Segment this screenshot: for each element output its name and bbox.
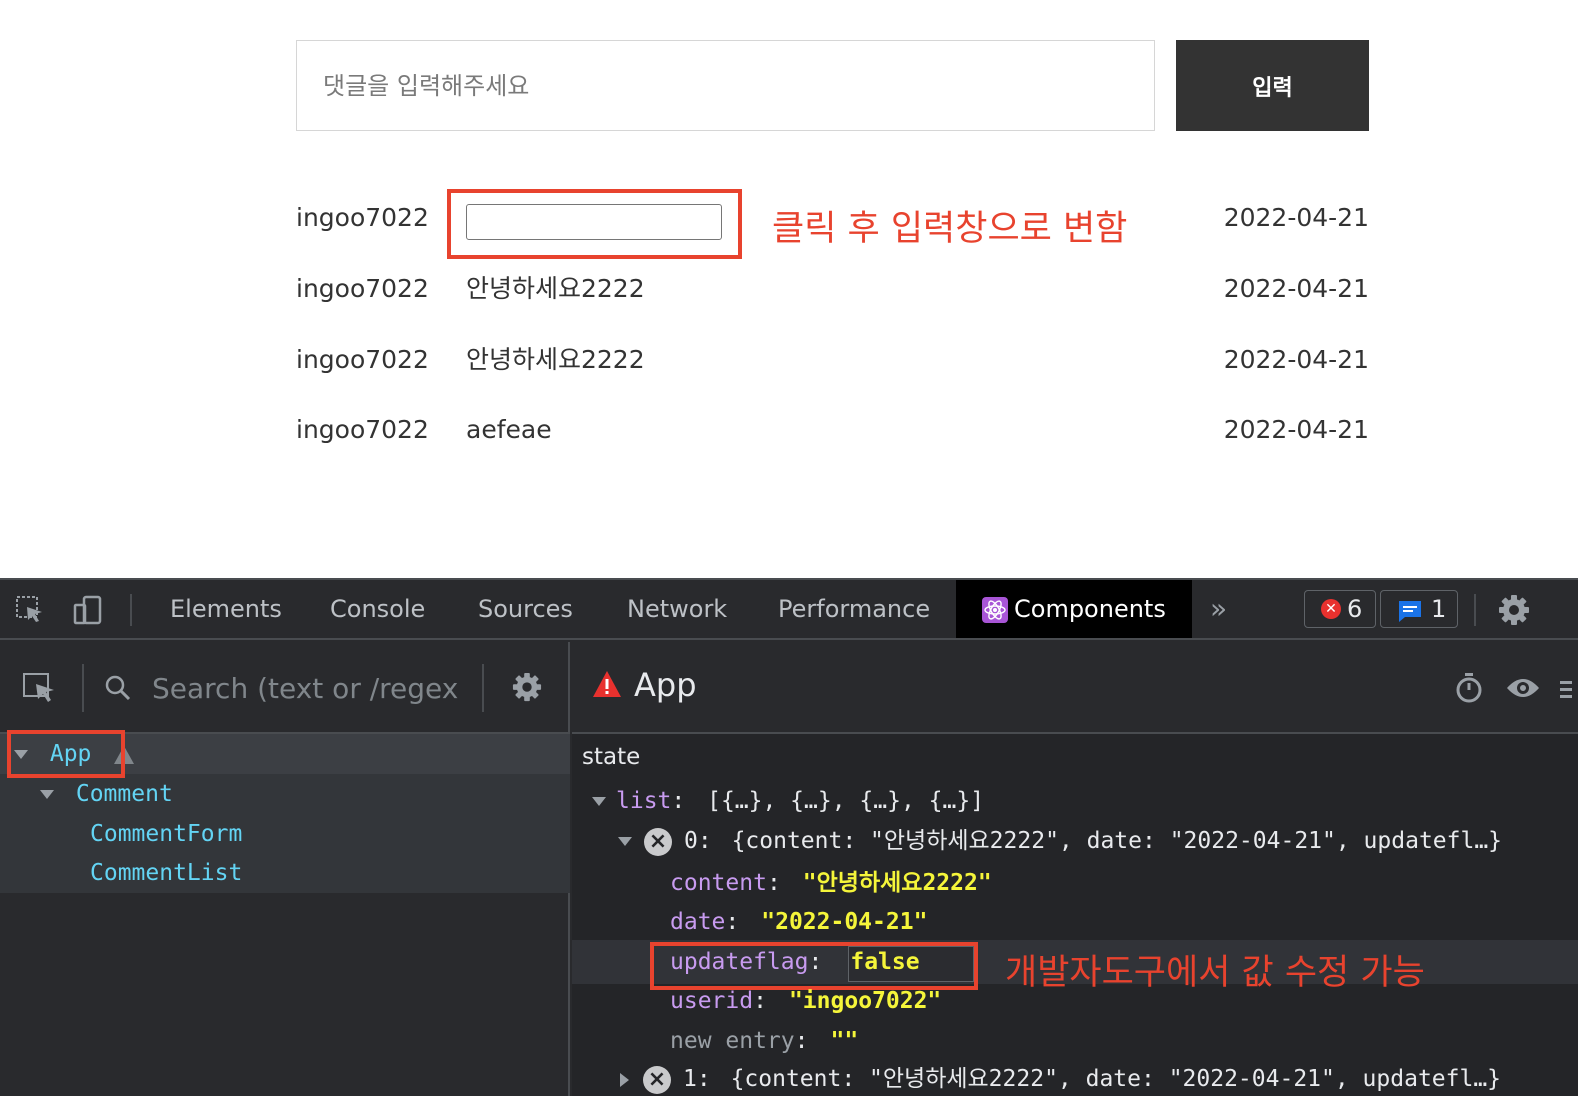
expand-arrow-icon[interactable]: [620, 1072, 629, 1087]
inspect-element-icon[interactable]: [14, 594, 46, 626]
tree-item-comment[interactable]: Comment: [0, 774, 570, 814]
prop-value[interactable]: false: [850, 949, 919, 975]
tree-item-commentlist[interactable]: CommentList: [0, 853, 570, 893]
device-toolbar-icon[interactable]: [72, 594, 104, 626]
error-count-badge[interactable]: ✕ 6: [1304, 590, 1376, 628]
item-preview: {content: "안녕하세요2222", date: "2022-04-21…: [730, 1066, 1502, 1092]
new-entry-row[interactable]: new entry: "": [670, 1022, 858, 1060]
prop-value[interactable]: "2022-04-21": [761, 909, 927, 935]
prop-key: new entry: [670, 1028, 795, 1054]
prop-preview: [{…}, {…}, {…}, {…}]: [707, 788, 985, 814]
state-prop-row[interactable]: userid: "ingoo7022": [670, 982, 941, 1020]
comment-userid: ingoo7022: [296, 274, 429, 303]
comment-input[interactable]: [296, 40, 1155, 131]
annotation-edit-highlight: [447, 189, 742, 259]
submit-button[interactable]: 입력: [1176, 40, 1369, 131]
collapse-arrow-icon[interactable]: [40, 790, 54, 799]
comment-userid: ingoo7022: [296, 203, 429, 232]
comment-content[interactable]: aefeae: [466, 410, 552, 450]
react-icon: [982, 597, 1008, 623]
settings-gear-icon[interactable]: [1498, 594, 1530, 626]
tree-item-label: CommentForm: [90, 821, 243, 847]
tab-components[interactable]: Components: [956, 580, 1192, 638]
select-component-icon[interactable]: [22, 672, 58, 706]
prop-key: list: [616, 788, 672, 814]
warning-icon: [593, 671, 621, 697]
annotation-click-note: 클릭 후 입력창으로 변함: [772, 209, 1128, 249]
delete-item-icon[interactable]: ×: [644, 827, 672, 856]
tab-elements[interactable]: Elements: [170, 580, 282, 638]
inspector-header: App: [572, 642, 1578, 734]
tree-item-commentform[interactable]: CommentForm: [0, 814, 570, 854]
collapse-arrow-icon[interactable]: [592, 797, 606, 806]
message-icon: [1399, 601, 1421, 622]
comment-row[interactable]: ingoo7022 aefeae 2022-04-21: [296, 410, 1369, 450]
state-prop-row[interactable]: date: "2022-04-21": [670, 903, 927, 941]
component-search-bar: [0, 642, 570, 734]
tab-console[interactable]: Console: [330, 580, 425, 638]
message-count: 1: [1431, 595, 1447, 623]
annotation-app-highlight: [7, 730, 125, 778]
tab-components-label: Components: [1014, 595, 1166, 623]
state-item-row[interactable]: × 1: {content: "안녕하세요2222", date: "2022-0…: [618, 1060, 1501, 1096]
search-icon: [105, 675, 131, 701]
state-prop-row[interactable]: content: "안녕하세요2222": [670, 864, 992, 902]
item-index: 1: [683, 1066, 697, 1092]
comment-date: 2022-04-21: [1223, 345, 1369, 374]
prop-key: userid: [670, 988, 754, 1014]
comment-edit-input[interactable]: [466, 204, 722, 240]
comment-userid: ingoo7022: [296, 345, 429, 374]
tab-sources[interactable]: Sources: [478, 580, 573, 638]
prop-value[interactable]: "": [830, 1028, 858, 1054]
divider: [82, 664, 84, 712]
state-list-row[interactable]: list: [{…}, {…}, {…}, {…}]: [592, 782, 984, 820]
state-item-row[interactable]: × 0: {content: "안녕하세요2222", date: "2022-0…: [618, 822, 1502, 860]
tree-item-label: CommentList: [90, 860, 243, 886]
more-options-icon[interactable]: [1560, 678, 1572, 700]
divider: [482, 664, 484, 712]
state-prop-row[interactable]: updateflag: false: [670, 943, 920, 981]
component-search-input[interactable]: [152, 670, 458, 706]
divider: [130, 594, 132, 626]
settings-gear-icon[interactable]: [512, 672, 542, 702]
error-icon: ✕: [1321, 599, 1341, 619]
comment-date: 2022-04-21: [1223, 415, 1369, 444]
annotation-devtools-note: 개발자도구에서 값 수정 가능: [1005, 953, 1425, 993]
comment-content[interactable]: 안녕하세요2222: [466, 340, 645, 380]
more-tabs-button[interactable]: »: [1210, 580, 1227, 638]
devtools-tabbar: Elements Console Sources Network Perform…: [0, 580, 1578, 640]
item-index: 0: [684, 828, 698, 854]
web-page: 입력 ingoo7022 2022-04-21 클릭 후 입력창으로 변함 in…: [0, 0, 1578, 578]
eye-icon[interactable]: [1506, 676, 1540, 700]
comment-date: 2022-04-21: [1223, 203, 1369, 232]
prop-key: content: [670, 870, 767, 896]
comment-content[interactable]: 안녕하세요2222: [466, 269, 645, 309]
state-section-label: state: [582, 744, 641, 770]
tree-item-label: Comment: [75, 781, 173, 807]
divider: [1474, 594, 1476, 626]
message-count-badge[interactable]: 1: [1380, 590, 1458, 628]
tab-network[interactable]: Network: [627, 580, 727, 638]
comment-date: 2022-04-21: [1223, 274, 1369, 303]
prop-key: updateflag: [670, 949, 809, 975]
tab-performance[interactable]: Performance: [778, 580, 930, 638]
item-preview: {content: "안녕하세요2222", date: "2022-04-21…: [731, 828, 1503, 854]
delete-item-icon[interactable]: ×: [643, 1065, 671, 1094]
collapse-arrow-icon[interactable]: [618, 837, 632, 846]
component-tree-pane: App Comment CommentForm CommentList: [0, 642, 570, 1096]
prop-value[interactable]: "ingoo7022": [789, 988, 941, 1014]
prop-key: date: [670, 909, 726, 935]
error-count: 6: [1347, 595, 1363, 623]
timer-icon[interactable]: [1454, 672, 1484, 704]
selected-component-title: App: [634, 666, 697, 704]
comment-row[interactable]: ingoo7022 안녕하세요2222 2022-04-21: [296, 340, 1369, 380]
comment-row[interactable]: ingoo7022 안녕하세요2222 2022-04-21: [296, 269, 1369, 309]
comment-userid: ingoo7022: [296, 415, 429, 444]
prop-value[interactable]: "안녕하세요2222": [803, 870, 992, 896]
